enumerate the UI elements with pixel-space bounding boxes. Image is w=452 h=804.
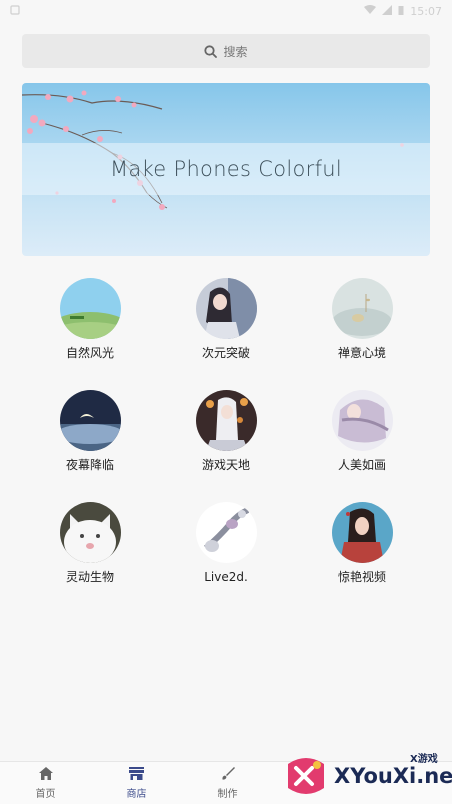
search-icon (204, 44, 218, 58)
category-item[interactable]: 次元突破 (158, 278, 294, 360)
category-item[interactable]: Live2d. (158, 502, 294, 584)
category-item[interactable]: 灵动生物 (22, 502, 158, 584)
category-label: 游戏天地 (201, 458, 250, 472)
nature-scenery-thumbnail (59, 278, 121, 339)
category-label: 次元突破 (201, 346, 250, 360)
nav-store[interactable]: 商店 (91, 762, 182, 804)
signal-icon (382, 4, 393, 18)
video-portrait-thumbnail (331, 502, 393, 563)
category-item[interactable]: 游戏天地 (158, 390, 294, 472)
night-moon-thumbnail (59, 390, 121, 451)
category-label: 灵动生物 (65, 570, 114, 584)
beauty-portrait-thumbnail (331, 390, 393, 451)
watermark-brand: XYouXi.net (334, 764, 452, 788)
live2d-thumbnail (195, 502, 257, 563)
kitten-thumbnail (59, 502, 121, 563)
category-item[interactable]: 自然风光 (22, 278, 158, 360)
wifi-icon (364, 4, 377, 18)
nav-label: 首页 (35, 788, 56, 800)
search-label: 搜索 (223, 44, 248, 59)
category-label: 自然风光 (65, 346, 114, 360)
category-grid: 自然风光 次元突破 禅意心境 夜幕降临 游戏天地 人美如画 灵动生物 Live2… (22, 278, 430, 584)
status-time: 15:07 (410, 4, 442, 18)
category-label: 惊艳视频 (337, 570, 386, 584)
watermark-logo: X游戏 XYouXi.net (282, 748, 452, 804)
watermark-tag: X游戏 (410, 754, 438, 765)
nav-create[interactable]: 制作 (182, 762, 273, 804)
category-item[interactable]: 禅意心境 (294, 278, 430, 360)
banner-title: Make Phones Colorful (109, 157, 343, 181)
store-icon (129, 766, 144, 783)
category-item[interactable]: 人美如画 (294, 390, 430, 472)
search-bar[interactable]: 搜索 (22, 34, 430, 68)
zen-thumbnail (331, 278, 393, 339)
banner[interactable]: Make Phones Colorful (22, 83, 430, 256)
category-label: 人美如画 (337, 458, 386, 472)
notification-icon (10, 4, 20, 18)
category-item[interactable]: 惊艳视频 (294, 502, 430, 584)
brush-icon (221, 766, 235, 783)
category-item[interactable]: 夜幕降临 (22, 390, 158, 472)
battery-icon (398, 5, 404, 18)
category-label: Live2d. (204, 570, 248, 584)
game-character-thumbnail (195, 390, 257, 451)
home-icon (38, 766, 53, 783)
status-bar: 15:07 (0, 0, 452, 22)
nav-label: 商店 (126, 788, 147, 800)
nav-home[interactable]: 首页 (0, 762, 91, 804)
nav-label: 制作 (217, 788, 238, 800)
category-label: 夜幕降临 (65, 458, 114, 472)
anime-girl-thumbnail (195, 278, 257, 339)
category-label: 禅意心境 (337, 346, 386, 360)
